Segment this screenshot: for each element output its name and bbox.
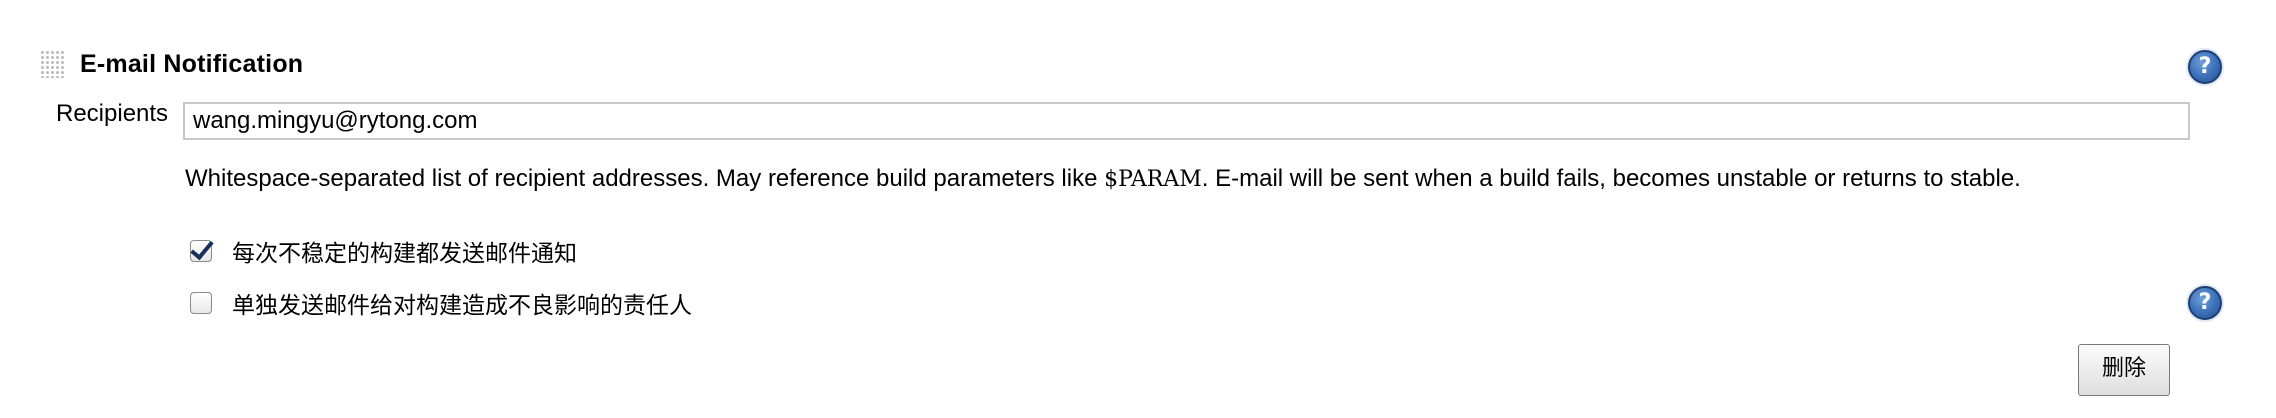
delete-button[interactable]: 删除 xyxy=(2078,344,2170,396)
section-header: E-mail Notification xyxy=(40,46,303,82)
option-label: 单独发送邮件给对构建造成不良影响的责任人 xyxy=(232,293,692,319)
option-label: 每次不稳定的构建都发送邮件通知 xyxy=(232,241,577,267)
option-send-to-culprits[interactable]: 单独发送邮件给对构建造成不良影响的责任人 xyxy=(190,286,692,320)
help-icon[interactable]: ? xyxy=(2188,50,2222,84)
drag-handle-icon[interactable] xyxy=(40,50,64,78)
option-unstable-every-build[interactable]: 每次不稳定的构建都发送邮件通知 xyxy=(190,234,577,268)
description-text-start: Whitespace-separated list of recipient a… xyxy=(185,165,1105,192)
description-text-end: . E-mail will be sent when a build fails… xyxy=(1201,165,2021,192)
param-code: $PARAM xyxy=(1104,167,1202,192)
help-icon[interactable]: ? xyxy=(2188,286,2222,320)
recipients-description: Whitespace-separated list of recipient a… xyxy=(185,164,2195,195)
recipients-label: Recipients xyxy=(56,100,169,127)
section-title: E-mail Notification xyxy=(80,49,304,78)
checkbox-unchecked[interactable] xyxy=(190,292,212,314)
checkbox-checked[interactable] xyxy=(190,240,212,262)
recipients-input[interactable] xyxy=(183,102,2190,140)
